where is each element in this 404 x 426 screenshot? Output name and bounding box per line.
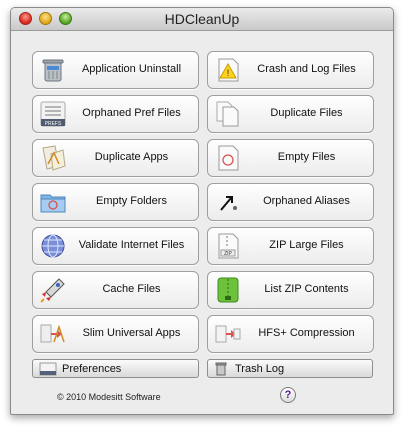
compression-icon <box>215 325 241 343</box>
list-zip-contents-button[interactable]: List ZIP Contents <box>207 271 374 309</box>
trash-log-button[interactable]: Trash Log <box>207 359 373 378</box>
svg-text:!: ! <box>227 68 230 78</box>
slim-universal-apps-button[interactable]: Slim Universal Apps <box>32 315 199 353</box>
trash-log-label: Trash Log <box>235 363 285 375</box>
trash-can-icon <box>42 59 64 82</box>
duplicate-apps-button[interactable]: Duplicate Apps <box>32 139 199 177</box>
empty-folders-label: Empty Folders <box>96 195 167 207</box>
zip-file-icon: ZIP <box>218 233 239 259</box>
duplicate-apps-icon <box>42 145 66 171</box>
cache-files-label: Cache Files <box>102 283 161 295</box>
title-bar[interactable]: HDCleanUp <box>11 8 393 31</box>
empty-folder-icon <box>40 194 66 213</box>
preferences-icon <box>39 362 57 376</box>
orphaned-aliases-label: Orphaned Aliases <box>263 195 350 207</box>
empty-files-label: Empty Files <box>277 151 336 163</box>
alias-arrow-icon <box>220 196 237 211</box>
duplicate-files-label: Duplicate Files <box>270 107 343 119</box>
orphaned-pref-files-button[interactable]: PREFS Orphaned Pref Files <box>32 95 199 133</box>
duplicate-documents-icon <box>216 101 239 127</box>
slim-universal-apps-label: Slim Universal Apps <box>82 327 181 339</box>
empty-document-icon <box>218 145 239 171</box>
zip-archive-icon <box>217 277 239 303</box>
globe-icon <box>41 234 65 258</box>
preferences-label: Preferences <box>62 363 122 375</box>
zip-large-files-button[interactable]: ZIP ZIP Large Files <box>207 227 374 265</box>
cache-files-button[interactable]: Cache Files <box>32 271 199 309</box>
copyright-text: © 2010 Modesitt Software <box>57 392 161 402</box>
crash-log-files-label: Crash and Log Files <box>257 63 356 75</box>
app-window: HDCleanUp Application Uninstall ! Crash … <box>10 7 394 415</box>
zip-large-files-label: ZIP Large Files <box>269 239 344 251</box>
svg-text:ZIP: ZIP <box>224 251 232 257</box>
document-warning-icon: ! <box>218 58 239 82</box>
hfs-compression-label: HFS+ Compression <box>258 327 355 339</box>
prefs-file-icon: PREFS <box>40 101 66 127</box>
help-button[interactable]: ? <box>280 387 296 403</box>
application-uninstall-label: Application Uninstall <box>81 63 182 75</box>
orphaned-aliases-button[interactable]: Orphaned Aliases <box>207 183 374 221</box>
validate-internet-files-label: Validate Internet Files <box>78 239 185 251</box>
trash-icon <box>215 362 227 376</box>
rocket-icon <box>40 278 65 303</box>
empty-folders-button[interactable]: Empty Folders <box>32 183 199 221</box>
hfs-compression-button[interactable]: HFS+ Compression <box>207 315 374 353</box>
window-title: HDCleanUp <box>164 11 240 27</box>
empty-files-button[interactable]: Empty Files <box>207 139 374 177</box>
slim-apps-icon <box>40 324 65 343</box>
duplicate-files-button[interactable]: Duplicate Files <box>207 95 374 133</box>
validate-internet-files-button[interactable]: Validate Internet Files <box>32 227 199 265</box>
svg-text:PREFS: PREFS <box>45 121 62 127</box>
application-uninstall-button[interactable]: Application Uninstall <box>32 51 199 89</box>
orphaned-pref-files-label: Orphaned Pref Files <box>82 107 181 119</box>
duplicate-apps-label: Duplicate Apps <box>94 151 169 163</box>
crash-log-files-button[interactable]: ! Crash and Log Files <box>207 51 374 89</box>
preferences-button[interactable]: Preferences <box>32 359 199 378</box>
list-zip-contents-label: List ZIP Contents <box>264 283 349 295</box>
